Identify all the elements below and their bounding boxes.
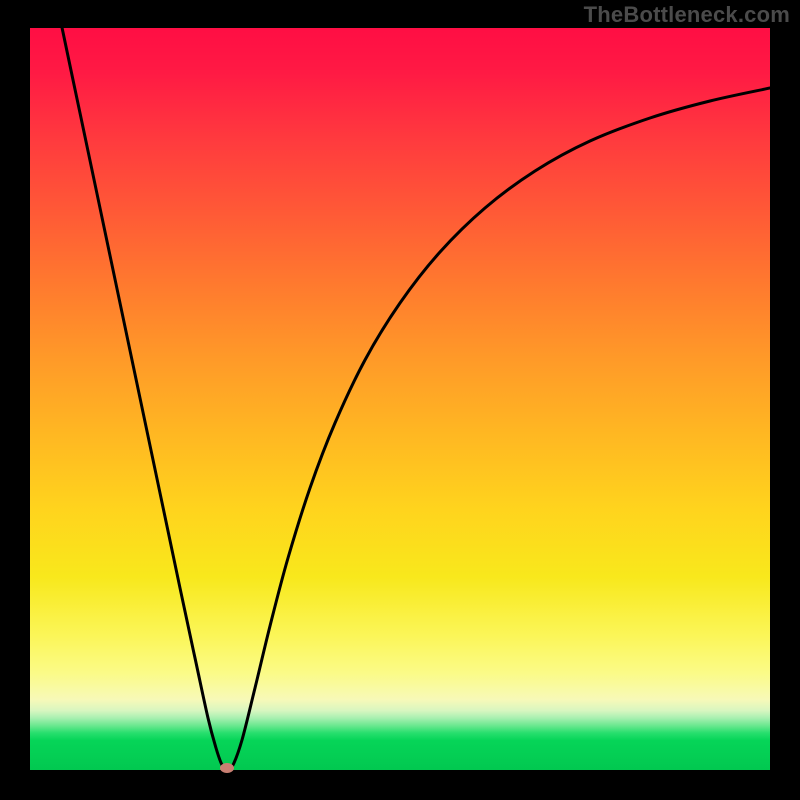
plot-area [30, 28, 770, 770]
bottleneck-curve-path [60, 28, 770, 770]
watermark-text: TheBottleneck.com [584, 2, 790, 28]
chart-frame: TheBottleneck.com [0, 0, 800, 800]
curve-svg [30, 28, 770, 770]
minimum-marker [220, 763, 234, 773]
